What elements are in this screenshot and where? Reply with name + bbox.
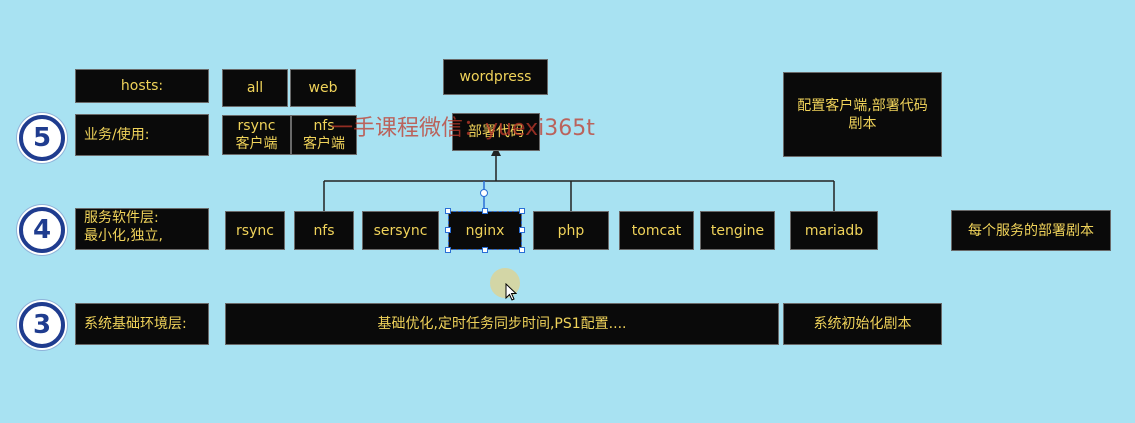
service-nginx[interactable]: nginx (448, 211, 522, 250)
resize-handle-tr[interactable] (519, 208, 525, 214)
service-sersync: sersync (362, 211, 439, 250)
resize-handle-br[interactable] (519, 247, 525, 253)
service-rsync: rsync (225, 211, 285, 250)
service-tomcat: tomcat (619, 211, 694, 250)
level-5-badge: 5 (19, 115, 65, 161)
service-nfs: nfs (294, 211, 354, 250)
rsync-client-line2: 客户端 (235, 136, 278, 152)
level-3-badge: 3 (19, 302, 65, 348)
level-4-badge: 4 (19, 207, 65, 253)
service-php: php (533, 211, 609, 250)
client-deploy-playbook-box: 配置客户端,部署代码 剧本 (783, 72, 942, 157)
hosts-label: hosts: (75, 69, 209, 103)
service-layer-label-line2: 最小化,独立, (84, 228, 163, 244)
resize-handle-bl[interactable] (445, 247, 451, 253)
per-service-playbook-box: 每个服务的部署剧本 (951, 210, 1111, 251)
rsync-client-box: rsync 客户端 (222, 115, 291, 155)
hosts-web: web (290, 69, 356, 107)
watermark-text: 一手课程微信：yuexi365t (331, 116, 595, 141)
business-layer-label: 业务/使用: (75, 114, 209, 156)
resize-handle-tl[interactable] (445, 208, 451, 214)
service-tengine: tengine (700, 211, 775, 250)
resize-handle-ml[interactable] (445, 227, 451, 233)
wordpress-box: wordpress (443, 59, 548, 95)
rsync-client-line1: rsync (237, 118, 276, 134)
mouse-cursor-icon (505, 283, 517, 301)
resize-handle-tc[interactable] (482, 208, 488, 214)
hosts-all: all (222, 69, 288, 107)
service-layer-label-line1: 服务软件层: (84, 210, 159, 226)
base-environment-box: 基础优化,定时任务同步时间,PS1配置.... (225, 303, 779, 345)
system-layer-label: 系统基础环境层: (75, 303, 209, 345)
connector-point-handle[interactable] (480, 189, 488, 197)
client-deploy-line1: 配置客户端,部署代码 (797, 97, 928, 114)
resize-handle-mr[interactable] (519, 227, 525, 233)
client-deploy-line2: 剧本 (848, 115, 877, 132)
resize-handle-bc[interactable] (482, 247, 488, 253)
service-mariadb: mariadb (790, 211, 878, 250)
system-init-playbook-box: 系统初始化剧本 (783, 303, 942, 345)
service-layer-label: 服务软件层: 最小化,独立, (75, 208, 209, 250)
